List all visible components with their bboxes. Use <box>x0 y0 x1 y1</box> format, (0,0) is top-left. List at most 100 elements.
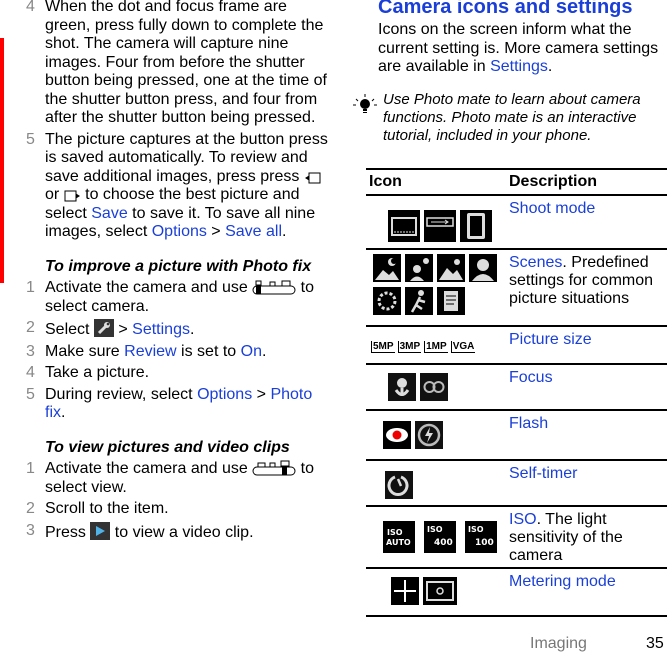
step-number: 2 <box>26 500 35 517</box>
review-link[interactable]: Review <box>124 343 176 360</box>
description-cell: Scenes. Predefined settings for common p… <box>506 249 667 327</box>
metering-spot-icon <box>423 577 457 605</box>
table-row: ISO AUTO ISO 400 ISO 100 ISO. The light sensi… <box>366 506 667 569</box>
description-cell: Shoot mode <box>506 195 667 250</box>
text: . <box>282 223 287 240</box>
picture-size-5mp-icon: 5MP <box>371 341 395 353</box>
scene-night-landscape-icon <box>373 254 401 282</box>
flash-off-icon <box>415 421 443 449</box>
step-text: Make sure Review is set to On. <box>45 343 336 362</box>
section-title: Camera icons and settings <box>378 0 633 18</box>
text: . <box>61 404 66 421</box>
metering-mode-link[interactable]: Metering mode <box>509 573 616 590</box>
icon-cell <box>366 460 506 507</box>
text: is set to <box>176 342 241 360</box>
settings-link[interactable]: Settings <box>132 321 190 338</box>
play-icon <box>90 521 111 540</box>
focus-link[interactable]: Focus <box>509 369 553 386</box>
scene-snow-icon <box>373 287 401 315</box>
svg-text:ISO: ISO <box>468 525 484 534</box>
text: . <box>547 58 553 75</box>
step-text: Select > Settings. <box>45 319 336 340</box>
step-number: 5 <box>26 385 35 403</box>
description-cell: Metering mode <box>506 568 667 617</box>
settings-wrench-icon <box>93 319 114 337</box>
tip-note: Use Photo mate to learn about camera fun… <box>353 90 667 145</box>
header-icon: Icon <box>366 169 506 196</box>
self-timer-link[interactable]: Self-timer <box>509 465 577 482</box>
scene-landscape-icon <box>437 254 465 282</box>
focus-infinite-icon <box>420 373 448 401</box>
on-link[interactable]: On <box>241 343 262 360</box>
flash-red-eye-icon <box>383 421 411 449</box>
shoot-mode-panorama-icon <box>424 210 456 242</box>
save-link[interactable]: Save <box>91 205 127 222</box>
step-number: 4 <box>26 0 35 15</box>
view-clips-heading: To view pictures and video clips <box>45 438 290 456</box>
photo-fix-step-3: 3 Make sure Review is set to On. <box>26 343 336 362</box>
svg-text:AUTO: AUTO <box>386 538 411 547</box>
picture-size-link[interactable]: Picture size <box>509 331 592 348</box>
step-text: During review, select Options > Photo fi… <box>45 386 336 423</box>
table-row: 5MP 3MP 1MP VGA Picture size <box>366 326 667 365</box>
footer-section-name: Imaging <box>530 635 587 652</box>
header-description: Description <box>506 169 667 196</box>
save-all-link[interactable]: Save all <box>225 223 282 240</box>
view-mode-switch-icon <box>252 460 296 476</box>
icon-cell: 5MP 3MP 1MP VGA <box>366 326 506 365</box>
text: The picture captures at the button press… <box>45 130 328 185</box>
step-text: Take a picture. <box>45 364 150 381</box>
iso-400-icon: ISO 400 <box>424 521 456 553</box>
description-cell: ISO. The light sensitivity of the camera <box>506 506 667 569</box>
text: Select <box>45 321 94 338</box>
flash-link[interactable]: Flash <box>509 415 548 432</box>
picture-size-vga-icon: VGA <box>450 341 476 353</box>
step-text: Activate the camera and use to select ca… <box>45 279 336 316</box>
shoot-mode-portrait-icon <box>460 210 492 242</box>
scene-portrait-icon <box>469 254 497 282</box>
text: Activate the camera and use <box>45 279 253 296</box>
metering-center-icon <box>391 577 419 605</box>
next-key-icon <box>64 190 80 202</box>
table-row: Scenes. Predefined settings for common p… <box>366 249 667 327</box>
table-row: Metering mode <box>366 568 667 617</box>
shoot-mode-link[interactable]: Shoot mode <box>509 200 595 217</box>
description-cell: Flash <box>506 410 667 461</box>
photo-fix-step-1: 1 Activate the camera and use to select … <box>26 279 336 316</box>
picture-size-3mp-icon: 3MP <box>397 341 422 353</box>
iso-link[interactable]: ISO <box>509 511 537 528</box>
svg-text:100: 100 <box>475 538 494 548</box>
text: Press <box>45 523 91 541</box>
scene-night-portrait-icon <box>405 254 433 282</box>
icon-cell <box>366 364 506 411</box>
view-clips-step-2: 2 Scroll to the item. <box>26 500 336 519</box>
icon-cell <box>366 249 506 327</box>
scenes-link[interactable]: Scenes <box>509 254 562 271</box>
text: to view a video clip. <box>110 523 254 541</box>
description-cell: Focus <box>506 364 667 411</box>
options-link[interactable]: Options <box>152 223 207 240</box>
tip-text: Use Photo mate to learn about camera fun… <box>383 90 641 144</box>
scene-document-icon <box>437 287 465 315</box>
step-text: Scroll to the item. <box>45 500 169 517</box>
camera-mode-switch-icon <box>252 280 296 295</box>
table-row: Flash <box>366 410 667 461</box>
left-column: 4 When the dot and focus frame are green… <box>26 0 336 545</box>
photo-fix-step-5: 5 During review, select Options > Photo … <box>26 386 336 423</box>
text: . <box>189 321 195 338</box>
step-5: 5 The picture captures at the button pre… <box>26 131 336 242</box>
step-text: The picture captures at the button press… <box>45 131 336 242</box>
step-number: 4 <box>26 364 35 381</box>
step-number: 5 <box>26 130 35 148</box>
iso-100-icon: ISO 100 <box>465 521 497 553</box>
icon-cell: ISO AUTO ISO 400 ISO 100 <box>366 506 506 569</box>
scene-sports-icon <box>405 287 433 315</box>
svg-text:ISO: ISO <box>427 525 443 534</box>
icon-cell <box>366 568 506 617</box>
settings-link[interactable]: Settings <box>490 58 548 75</box>
options-link[interactable]: Options <box>197 386 252 403</box>
description-cell: Self-timer <box>506 460 667 507</box>
description-cell: Picture size <box>506 326 667 365</box>
view-clips-step-1: 1 Activate the camera and use to select … <box>26 460 336 497</box>
icon-cell <box>366 410 506 461</box>
